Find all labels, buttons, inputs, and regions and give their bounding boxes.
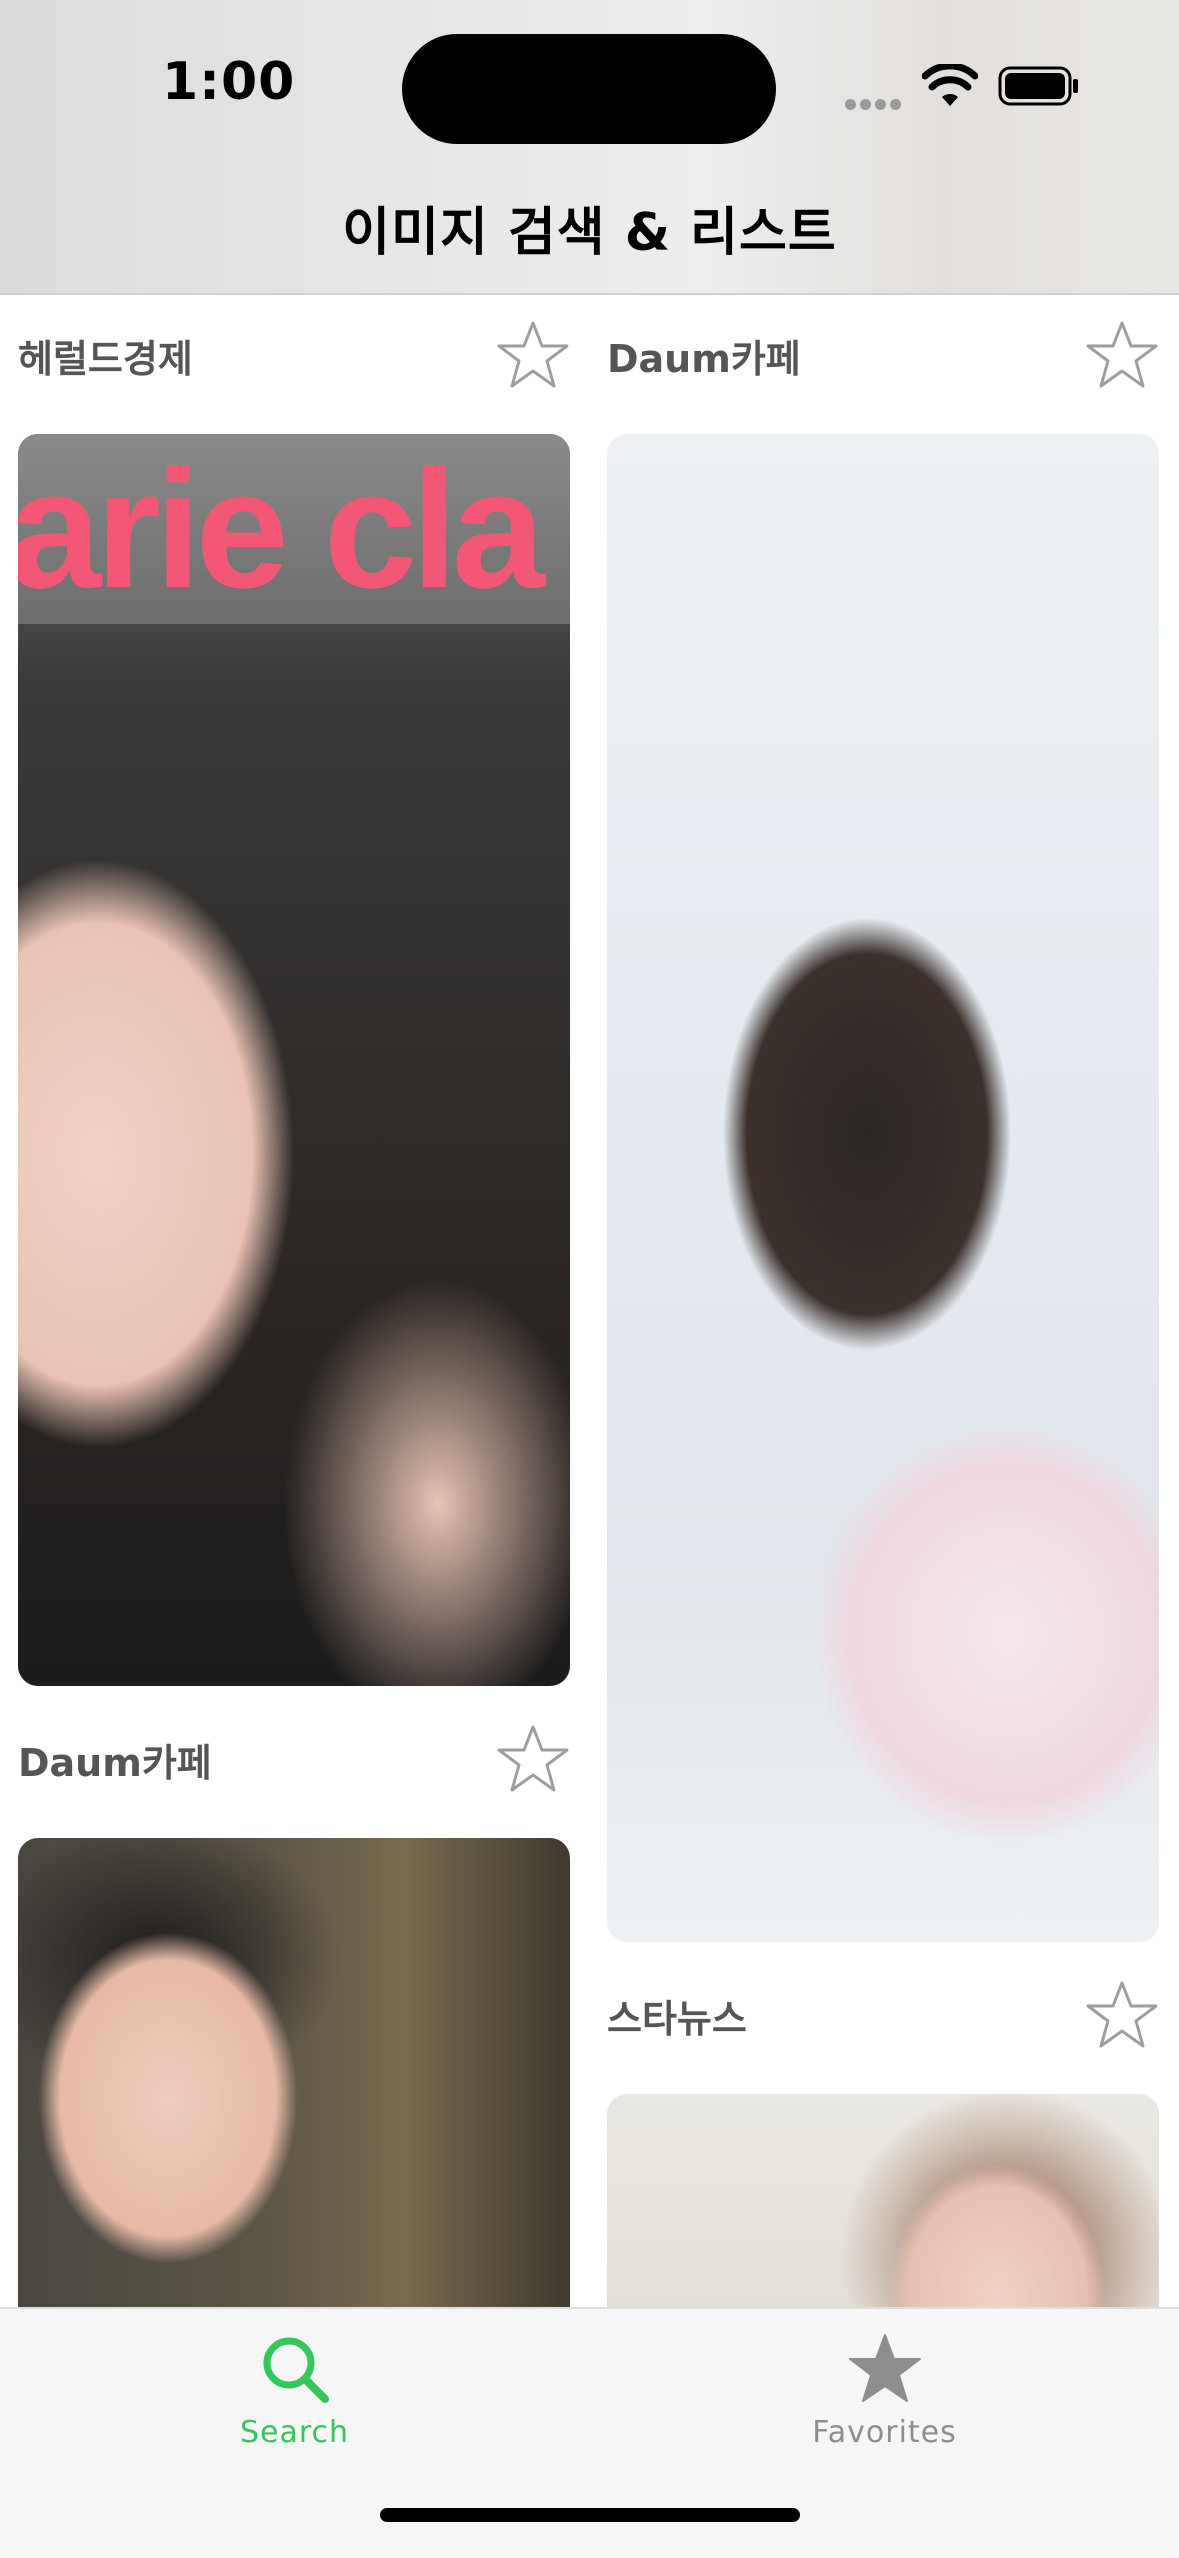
star-outline-icon[interactable] [1085,318,1159,392]
tab-label: Search [239,2415,350,2450]
tab-label: Favorites [812,2415,957,2450]
image-list[interactable]: 헤럴드경제 arie cla Daum카페 Daum카페 스타뉴스 [0,295,1179,2307]
wifi-icon [922,64,978,106]
home-indicator[interactable] [380,2508,800,2522]
dynamic-island [402,34,776,144]
list-item-header: Daum카페 [18,1704,570,1814]
list-item-header: 헤럴드경제 [18,300,570,410]
star-filled-icon [848,2334,921,2402]
result-image[interactable]: arie cla [18,434,570,1686]
source-label: Daum카페 [18,1740,212,1785]
cellular-dots-icon [845,95,905,114]
magazine-masthead: arie cla [18,434,570,624]
navigation-header: 1:00 이미지 검색 & 리스트 [0,0,1179,295]
list-item-header: 스타뉴스 [607,1960,1159,2070]
masthead-text: arie cla [18,434,545,623]
status-time: 1:00 [162,52,296,112]
source-label: 헤럴드경제 [18,336,193,381]
source-label: Daum카페 [607,336,801,381]
star-outline-icon[interactable] [1085,1978,1159,2052]
tab-search[interactable]: Search [0,2309,589,2489]
tab-favorites[interactable]: Favorites [590,2309,1179,2489]
result-image[interactable] [18,1838,570,2307]
source-label: 스타뉴스 [607,1996,747,2041]
page-title: 이미지 검색 & 리스트 [342,203,837,263]
magnifying-glass-icon [263,2337,329,2403]
list-item-header: Daum카페 [607,300,1159,410]
result-image[interactable] [607,434,1159,1942]
result-image[interactable] [607,2094,1159,2307]
star-outline-icon[interactable] [496,1722,570,1796]
battery-icon [998,66,1078,106]
star-outline-icon[interactable] [496,318,570,392]
